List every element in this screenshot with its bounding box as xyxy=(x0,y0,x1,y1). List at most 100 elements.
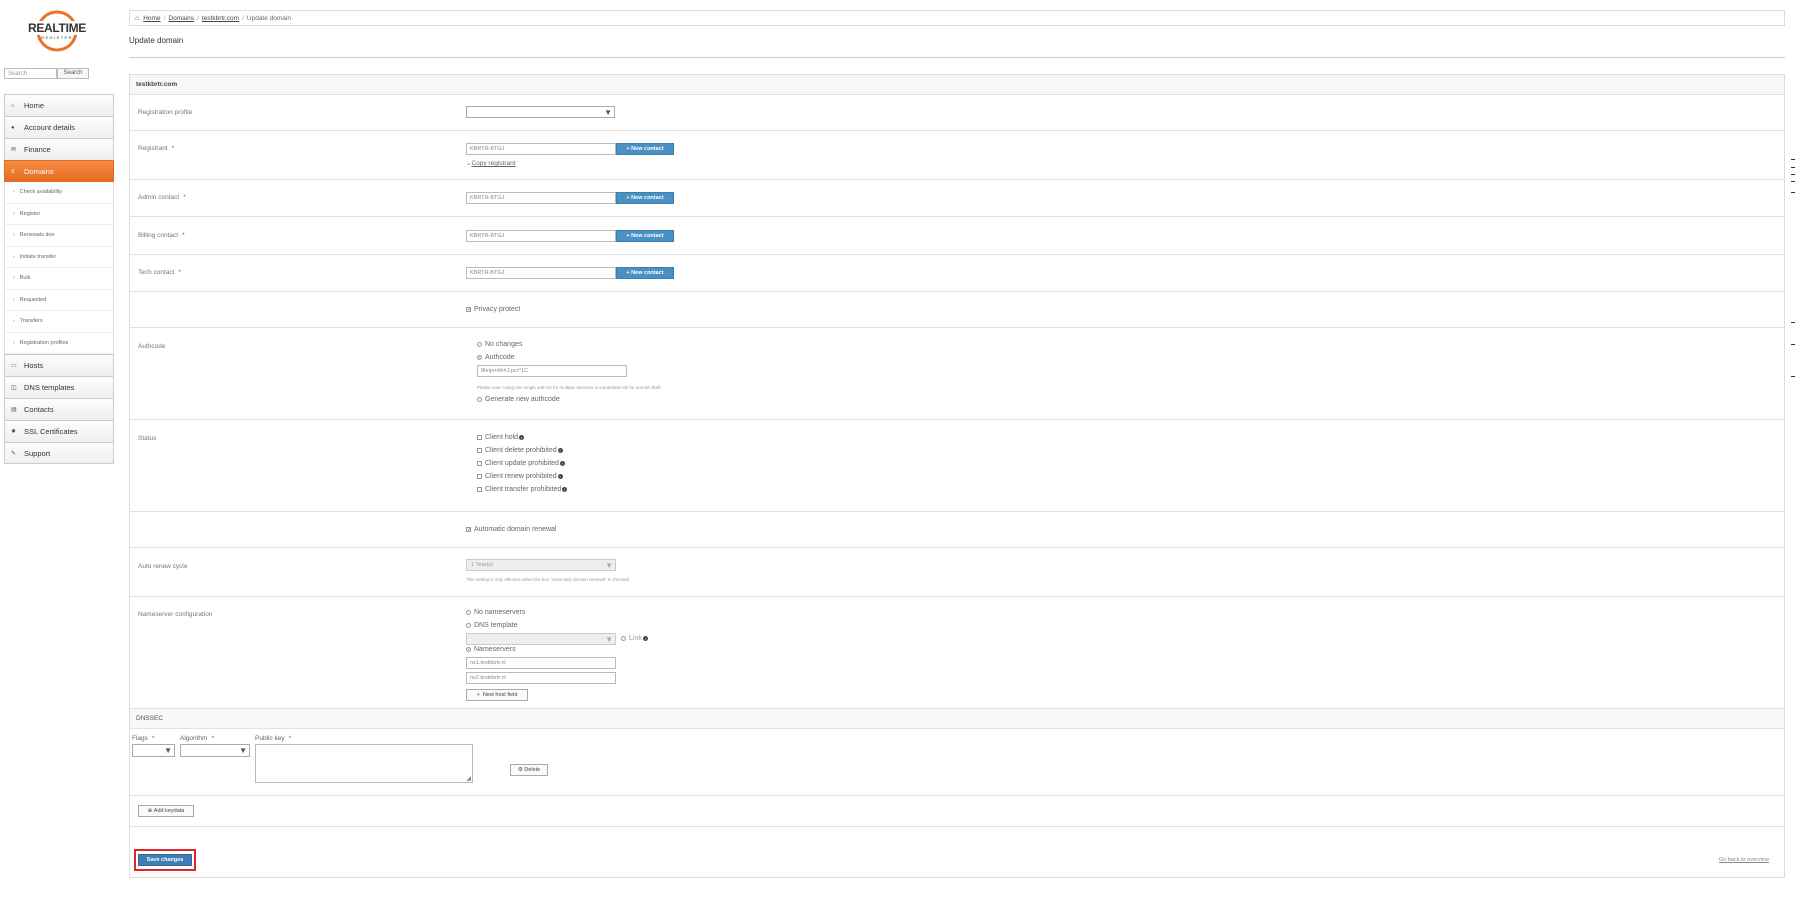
search-button[interactable]: Search xyxy=(57,68,89,79)
flags-select[interactable]: ▼ xyxy=(132,744,175,757)
breadcrumb-separator: / xyxy=(242,14,244,22)
save-changes-button[interactable]: Save changes xyxy=(138,854,192,866)
billing-new-contact-button[interactable]: + New contact xyxy=(616,230,674,242)
resize-handle-icon[interactable]: ◢ xyxy=(466,775,471,782)
status-client-transfer-prohibited-checkbox[interactable]: Client transfer prohibited i xyxy=(477,486,568,493)
status-client-hold-checkbox[interactable]: Client hold i xyxy=(477,434,525,441)
authcode-label: Authcode xyxy=(138,343,166,350)
sidebar-item-domains[interactable]: ≡ Domains xyxy=(4,160,114,182)
envelope-icon: ✉ xyxy=(11,147,17,153)
automatic-renewal-checkbox[interactable]: ✓ Automatic domain renewal xyxy=(466,526,557,533)
dnssec-heading: DNSSEC xyxy=(130,709,1784,729)
divider xyxy=(130,596,1784,597)
no-nameservers-radio[interactable]: No nameservers xyxy=(466,609,525,616)
nameserver-1-input[interactable]: ns1.testkbrtr.nl xyxy=(466,657,616,669)
dns-template-radio[interactable]: DNS template xyxy=(466,622,518,629)
registration-profile-select[interactable]: ▼ xyxy=(466,106,615,118)
sidebar-subitem-initiate-transfer[interactable]: › Initiate transfer xyxy=(4,246,114,268)
checkbox-icon xyxy=(477,473,482,479)
delete-keydata-button[interactable]: ⚙ Delete xyxy=(510,764,548,776)
sidebar-item-support[interactable]: ✎ Support xyxy=(4,442,114,464)
sidebar-subitem-requested[interactable]: › Requested xyxy=(4,289,114,311)
required-marker: * xyxy=(178,269,182,276)
logo[interactable]: REALTIME REGISTER xyxy=(26,8,88,54)
auto-renew-cycle-note: This setting is only effective when the … xyxy=(466,577,629,582)
info-icon[interactable]: i xyxy=(559,460,565,466)
dns-template-link-checkbox[interactable]: Link i xyxy=(621,635,648,642)
edge-tick xyxy=(1791,181,1795,182)
status-client-update-prohibited-checkbox[interactable]: Client update prohibited i xyxy=(477,460,565,467)
info-icon[interactable]: i xyxy=(557,473,563,479)
sidebar-item-finance[interactable]: ✉ Finance xyxy=(4,138,114,160)
registrant-new-contact-button[interactable]: + New contact xyxy=(616,143,674,155)
sidebar-item-hosts[interactable]: ▭ Hosts xyxy=(4,354,114,376)
sidebar-subitem-bulk[interactable]: › Bulk xyxy=(4,268,114,290)
admin-new-contact-button[interactable]: + New contact xyxy=(616,192,674,204)
caret-down-icon: ▼ xyxy=(604,108,612,117)
dns-template-select[interactable]: ▼ xyxy=(466,633,616,645)
sidebar-subitem-registration-profiles[interactable]: › Registration profiles xyxy=(4,332,114,354)
nameserver-2-input[interactable]: ns2.testkbrtr.nl xyxy=(466,672,616,684)
checkbox-label: Client hold xyxy=(485,434,519,441)
sidebar-item-ssl-certificates[interactable]: ✸ SSL Certificates xyxy=(4,420,114,442)
authcode-authcode-radio[interactable]: Authcode xyxy=(477,354,515,361)
list-icon: ≡ xyxy=(11,168,15,175)
public-key-textarea[interactable]: ◢ xyxy=(255,744,473,783)
breadcrumb-home-link[interactable]: Home xyxy=(143,15,160,22)
link-label: Link xyxy=(629,635,642,642)
button-label: New host field xyxy=(482,692,518,698)
breadcrumb-domain-link[interactable]: testkbrtr.com xyxy=(202,15,239,22)
template-icon: ◫ xyxy=(11,385,17,391)
info-icon[interactable]: i xyxy=(557,447,563,453)
tech-contact-input[interactable]: KBRTR-BTGJ xyxy=(466,267,616,279)
admin-contact-label: Admin contact * xyxy=(138,194,186,201)
checkbox-checked-icon: ✓ xyxy=(466,306,472,313)
authcode-no-changes-radio[interactable]: No changes xyxy=(477,341,522,348)
info-icon[interactable]: i xyxy=(642,635,648,641)
status-client-delete-prohibited-checkbox[interactable]: Client delete prohibited i xyxy=(477,447,563,454)
copy-registrant-link[interactable]: ⌄Copy registrant xyxy=(466,159,516,167)
info-icon[interactable]: i xyxy=(562,486,568,492)
breadcrumb-separator: / xyxy=(163,14,166,22)
checkbox-icon xyxy=(477,486,482,492)
generate-authcode-radio[interactable]: Generate new authcode xyxy=(477,396,560,403)
sidebar-item-contacts[interactable]: ▤ Contacts xyxy=(4,398,114,420)
search-input[interactable]: Search xyxy=(4,68,57,79)
privacy-protect-checkbox[interactable]: ✓ Privacy protect xyxy=(466,306,520,313)
algorithm-select[interactable]: ▼ xyxy=(180,744,250,757)
divider xyxy=(130,795,1784,796)
go-back-link[interactable]: Go back to overview xyxy=(1719,857,1769,863)
breadcrumb-domains-link[interactable]: Domains xyxy=(168,15,194,22)
required-marker: * xyxy=(183,194,186,201)
button-label: New contact xyxy=(631,270,664,276)
sidebar-item-label: Account details xyxy=(24,123,75,132)
radio-selected-icon xyxy=(477,354,482,360)
sidebar-item-dns-templates[interactable]: ◫ DNS templates xyxy=(4,376,114,398)
billing-contact-label: Billing contact * xyxy=(138,232,185,239)
radio-label: No nameservers xyxy=(474,609,526,616)
user-icon: ● xyxy=(11,124,15,131)
sidebar-subitem-renewals-due[interactable]: › Renewals due xyxy=(4,225,114,247)
sidebar-item-account-details[interactable]: ● Account details xyxy=(4,116,114,138)
registrant-label-text: Registrant xyxy=(138,145,168,152)
button-label: New contact xyxy=(631,146,664,152)
registrant-input[interactable]: KBRTR-BTGJ xyxy=(466,143,616,155)
radio-label: No changes xyxy=(485,341,523,348)
add-keydata-button[interactable]: ⊕ Add keydata xyxy=(138,805,194,817)
sidebar-subitem-check-availability[interactable]: › Check availability xyxy=(4,182,114,204)
billing-contact-input[interactable]: KBRTR-BTGJ xyxy=(466,230,616,242)
new-host-field-button[interactable]: + New host field xyxy=(466,689,528,701)
nameservers-radio[interactable]: Nameservers xyxy=(466,646,516,653)
authcode-note: Please note: using one single auth-ID fo… xyxy=(477,385,661,390)
tech-new-contact-button[interactable]: + New contact xyxy=(616,267,674,279)
info-icon[interactable]: i xyxy=(519,434,525,440)
sidebar-item-home[interactable]: ⌂ Home xyxy=(4,94,114,116)
sidebar-subitem-register[interactable]: › Register xyxy=(4,203,114,225)
status-client-renew-prohibited-checkbox[interactable]: Client renew prohibited i xyxy=(477,473,563,480)
auto-renew-cycle-select[interactable]: 1 Year(s) ▼ xyxy=(466,559,616,571)
logo-subtitle: REGISTER xyxy=(41,35,73,40)
authcode-input[interactable]: 8hnjx+hh#J;pcr^1C xyxy=(477,365,627,377)
admin-contact-input[interactable]: KBRTR-BTGJ xyxy=(466,192,616,204)
plus-icon: + xyxy=(626,233,630,239)
sidebar-subitem-transfers[interactable]: › Transfers xyxy=(4,311,114,333)
